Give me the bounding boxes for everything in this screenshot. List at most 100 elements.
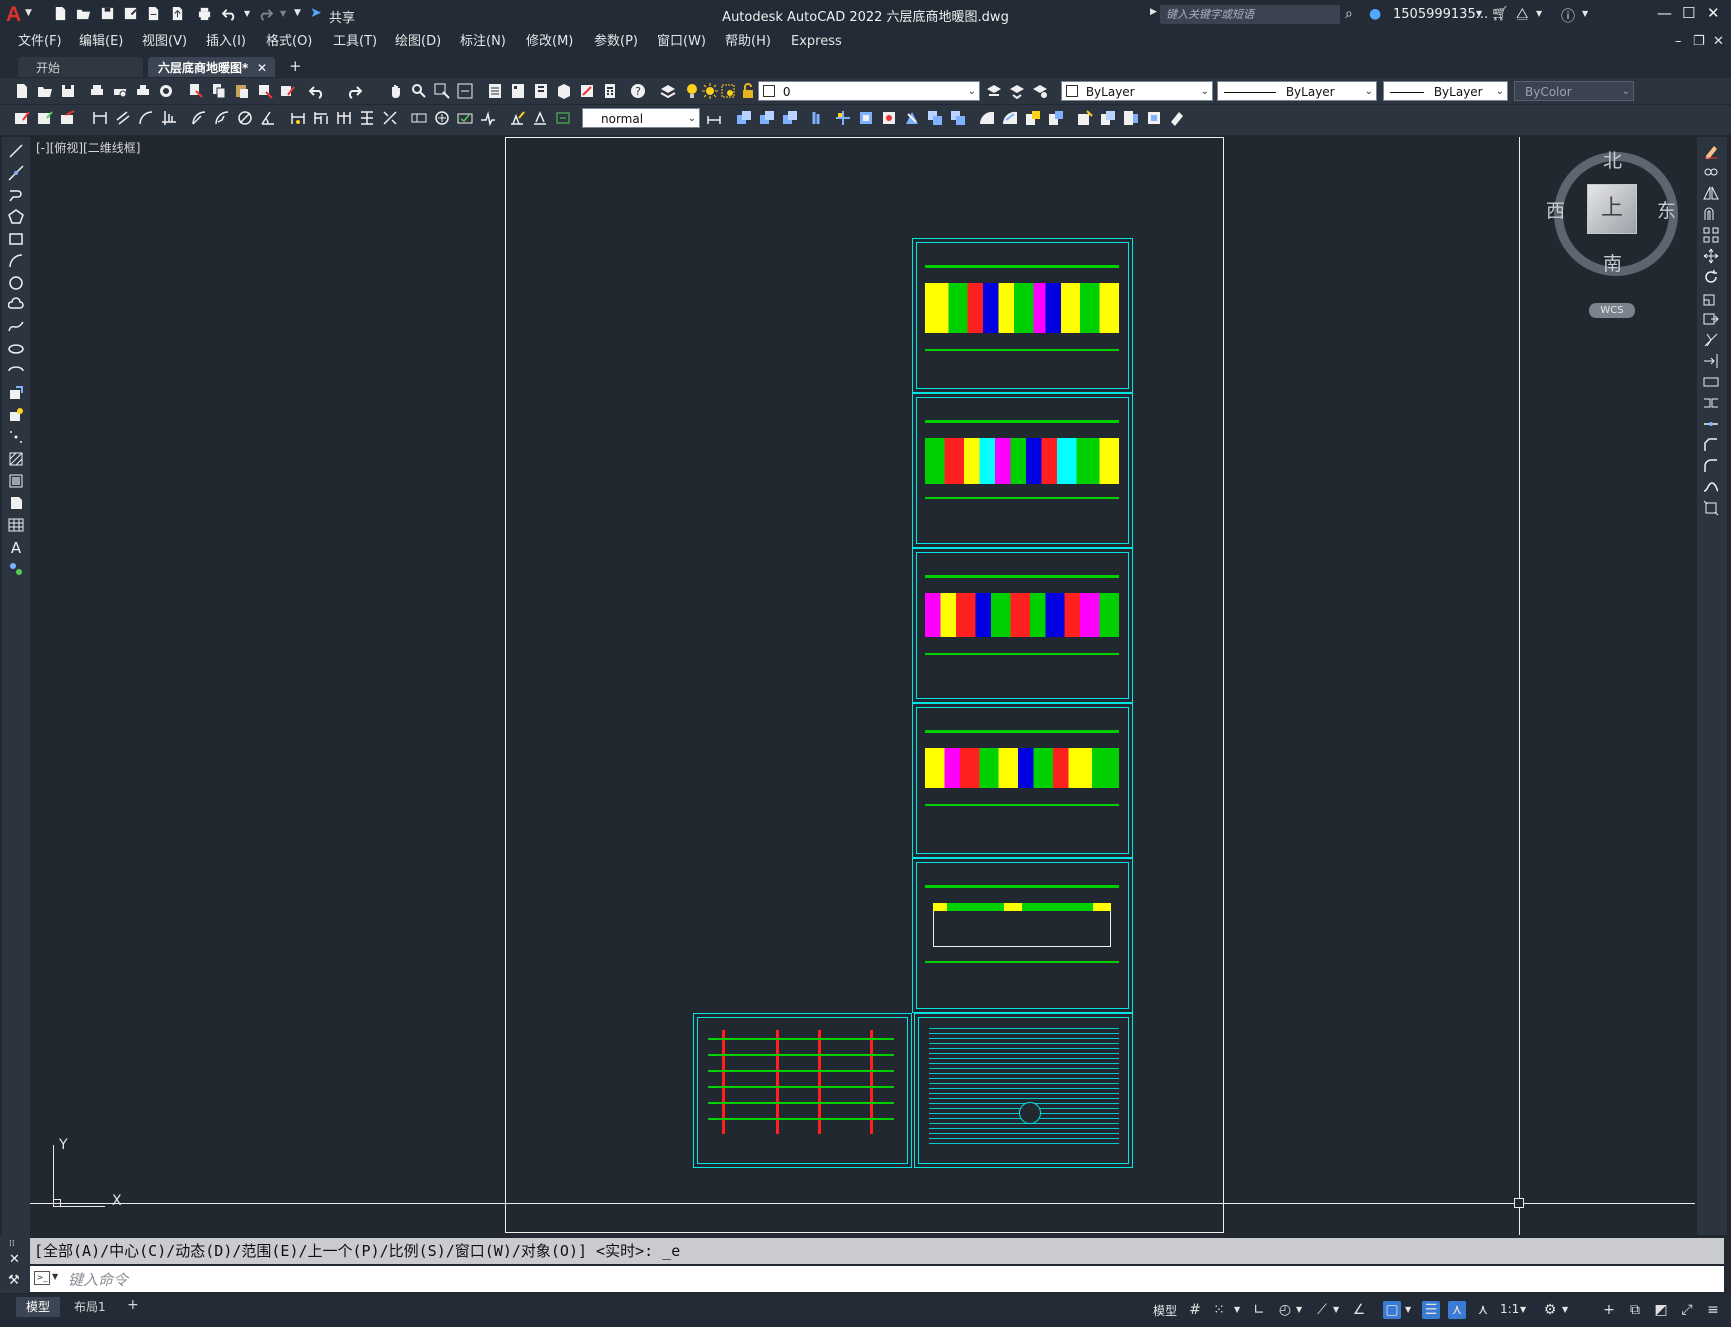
model-tab[interactable]: 模型 [16,1297,61,1317]
region-icon[interactable] [8,495,24,511]
extend-icon[interactable] [1703,353,1719,369]
viewcube-north[interactable]: 北 [1603,146,1622,173]
command-grip-icon[interactable]: ⁞⁞ [9,1239,15,1249]
tb-copy-object-icon[interactable] [736,110,752,126]
tb-redo-icon[interactable] [346,83,362,99]
tb-plot-icon[interactable] [89,83,105,99]
tab-close-icon[interactable]: ✕ [257,57,267,79]
wcs-menu-button[interactable]: WCS [1589,303,1635,318]
tb-jogged-linear-icon[interactable] [480,110,496,126]
redo-dropdown-chevron-icon[interactable]: ▼ [280,9,286,18]
close-window-icon[interactable]: ✕ [1707,4,1720,22]
tb-dim-break-icon[interactable] [382,110,398,126]
tb-tool-palettes-icon[interactable] [533,83,549,99]
tb-fillet-icon[interactable] [1048,110,1064,126]
tb-sheet-set-icon[interactable] [556,83,572,99]
viewcube-west[interactable]: 西 [1546,196,1565,223]
tb-attribute-edit-icon[interactable] [37,110,53,126]
autocad-logo-icon[interactable]: A [6,3,21,27]
shopping-cart-icon[interactable]: 🛒︎ [1491,6,1509,22]
tb-dim-style-manager-icon[interactable] [706,110,722,126]
workspace-dropdown-chevron-icon[interactable]: ▼ [1562,1305,1568,1314]
rotate-icon[interactable] [1703,269,1719,285]
tb-layer-previous-icon[interactable] [1009,83,1025,99]
menu-view[interactable]: 视图(V) [142,30,187,54]
mirror-icon[interactable] [1703,185,1719,201]
tb-undo-icon[interactable] [309,83,325,99]
viewcube-east[interactable]: 东 [1657,196,1676,223]
command-prompt-icon[interactable]: >_ [34,1271,50,1285]
tb-open-icon[interactable] [37,83,53,99]
tb-3d-print-icon[interactable] [158,83,174,99]
lineweight-display-icon[interactable]: ☰ [1422,1301,1440,1319]
tb-jogged-dim-icon[interactable] [214,110,230,126]
tb-copy-icon[interactable] [211,83,227,99]
tb-baseline-dim-icon[interactable] [313,110,329,126]
layer-dropdown[interactable]: 0 ⌄ [758,81,980,101]
tb-quick-dim-icon[interactable] [290,110,306,126]
floor-plan-sheet[interactable] [912,238,1133,393]
app-menu-chevron-icon[interactable]: ▼ [25,8,32,18]
grid-display-icon[interactable]: # [1186,1301,1204,1319]
osnap-dropdown-chevron-icon[interactable]: ▼ [1405,1305,1411,1314]
share-button[interactable]: 共享 [329,7,355,26]
save-as-icon[interactable] [123,6,138,21]
customization-menu-icon[interactable]: ≡ [1704,1301,1722,1319]
tb-cut-icon[interactable] [188,83,204,99]
plotstyle-control-dropdown[interactable]: ByColor ⌄ [1514,81,1634,101]
riser-diagram-sheet[interactable] [693,1013,912,1168]
tb-save-icon[interactable] [60,83,76,99]
autodesk-app-chevron-icon[interactable]: ▼ [1536,9,1542,18]
tb-layer-state-icon[interactable] [1032,83,1048,99]
tb-array-icon[interactable] [812,110,828,126]
model-space-canvas[interactable]: [-][俯视][二维线框] Y X 上 北 南 东 西 WCS [30,137,1695,1235]
help-dropdown-chevron-icon[interactable]: ▼ [1582,9,1588,18]
menu-dimension[interactable]: 标注(N) [460,30,506,54]
tb-offset-icon[interactable] [782,110,798,126]
isolate-objects-icon[interactable]: ⧉ [1626,1301,1644,1319]
tb-tolerance-icon[interactable] [411,110,427,126]
tb-design-center-icon[interactable] [510,83,526,99]
tb-radius-dim-icon[interactable] [191,110,207,126]
tb-dim-space-icon[interactable] [359,110,375,126]
menu-help[interactable]: 帮助(H) [725,30,771,54]
offset-icon[interactable] [1703,206,1719,222]
circle-icon[interactable] [8,275,24,291]
lineweight-control-dropdown[interactable]: ByLayer ⌄ [1383,81,1508,101]
menu-tools[interactable]: 工具(T) [333,30,377,54]
layer-thaw-sun-icon[interactable] [702,83,718,99]
redo-icon[interactable] [258,6,274,21]
copy-icon[interactable] [1703,164,1719,180]
tb-properties-icon[interactable] [487,83,503,99]
command-recent-chevron-icon[interactable]: ▼ [52,1272,58,1281]
menu-insert[interactable]: 插入(I) [206,30,246,54]
tb-zoom-realtime-icon[interactable] [411,83,427,99]
save-icon[interactable] [100,6,115,21]
polyline-icon[interactable] [8,187,24,203]
menu-express[interactable]: Express [791,30,842,54]
save-to-web-icon[interactable] [170,6,185,21]
tb-center-mark-icon[interactable] [434,110,450,126]
object-snap-tracking-icon[interactable]: ∠ [1350,1301,1368,1319]
tb-explode-icon[interactable] [1077,110,1093,126]
tb-inspect-icon[interactable] [457,110,473,126]
erase-icon[interactable] [1703,143,1719,159]
rectangle-icon[interactable] [8,231,24,247]
tb-aligned-dim-icon[interactable] [115,110,131,126]
tb-dim-text-edit-icon[interactable] [532,110,548,126]
tb-calculator-icon[interactable] [602,83,618,99]
doc-minimize-icon[interactable]: – [1675,34,1682,49]
menu-window[interactable]: 窗口(W) [657,30,706,54]
stretch-icon[interactable] [1703,311,1719,327]
tb-zoom-previous-icon[interactable] [457,83,473,99]
ellipse-icon[interactable] [8,341,24,357]
autodesk-app-icon[interactable]: ⧋ [1516,6,1529,22]
new-layout-plus-icon[interactable]: + [127,1297,139,1313]
tb-publish-icon[interactable] [135,83,151,99]
undo-dropdown-chevron-icon[interactable]: ▼ [244,9,250,18]
construction-line-icon[interactable] [8,165,24,181]
tb-mirror-icon[interactable] [759,110,775,126]
snap-mode-icon[interactable]: ⁙ [1210,1301,1228,1319]
ground-floor-plan-sheet[interactable] [912,858,1133,1013]
tb-draw-order-front-icon[interactable] [1100,110,1116,126]
